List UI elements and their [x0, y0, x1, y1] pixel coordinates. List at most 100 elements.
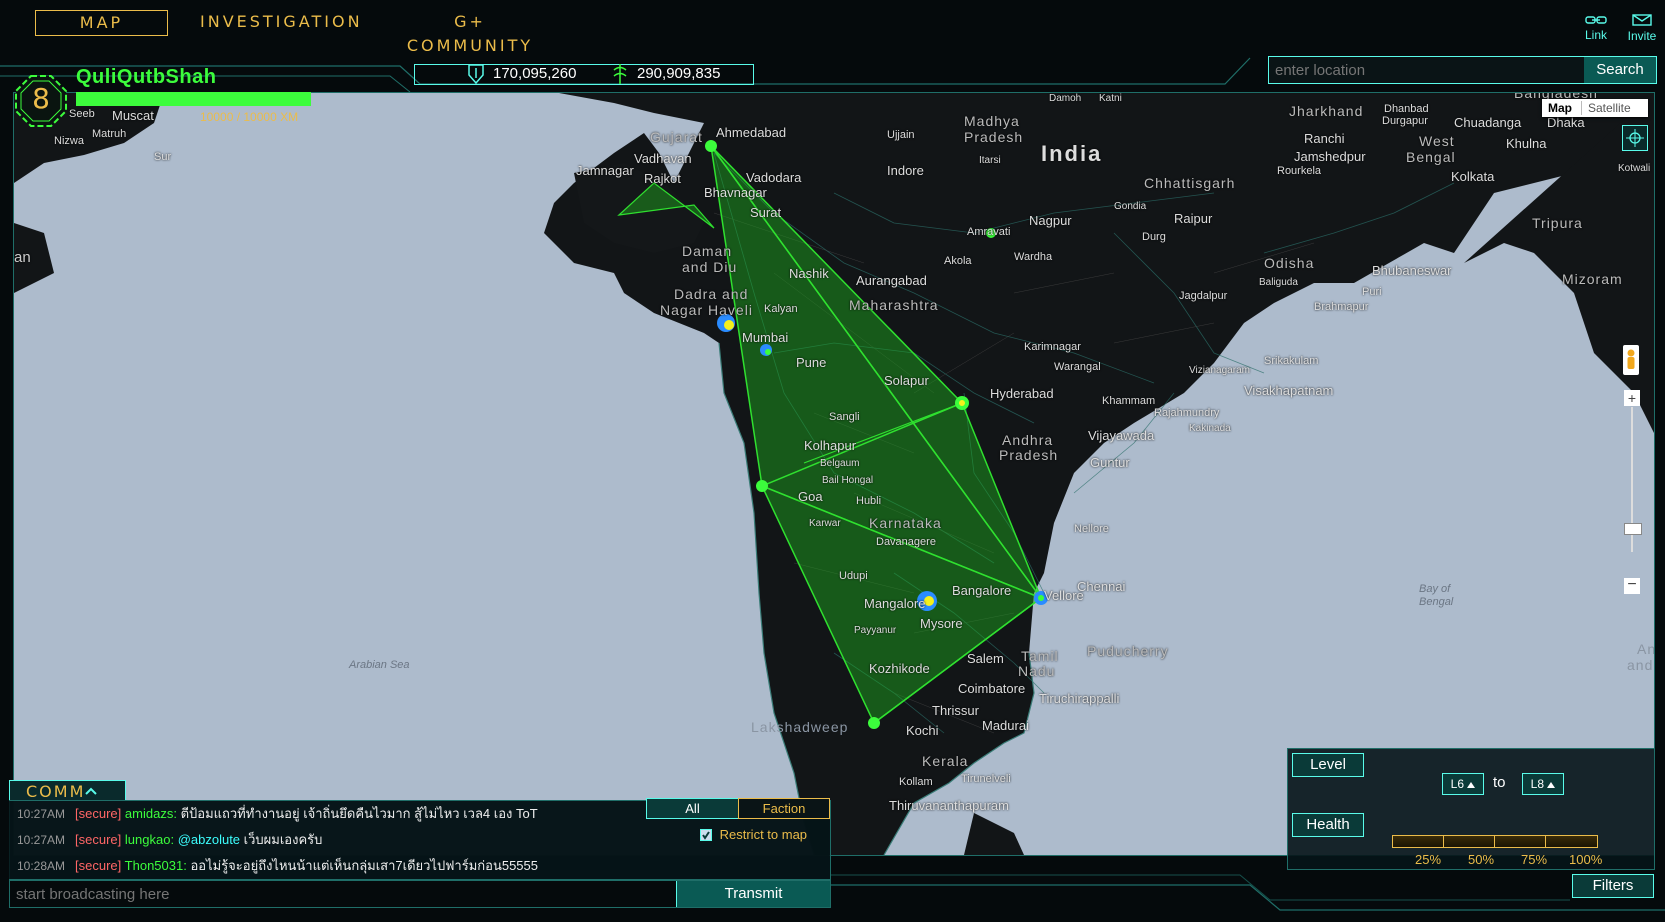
- label-katni: Katni: [1099, 93, 1122, 104]
- crosshair-icon: [1626, 129, 1644, 147]
- comm-tab[interactable]: COMM: [9, 780, 126, 801]
- pegman-icon: [1627, 349, 1635, 369]
- label-nagpur: Nagpur: [1029, 213, 1072, 228]
- chevron-up-icon: [85, 787, 97, 795]
- label-pune: Pune: [796, 355, 827, 370]
- zoom-slider-handle[interactable]: [1624, 523, 1642, 535]
- label-gujarat: Gujarat: [650, 129, 703, 145]
- label-nellore: Nellore: [1074, 523, 1109, 535]
- enlightened-icon: [468, 64, 484, 85]
- label-itarsi: Itarsi: [979, 155, 1001, 166]
- message-time: 10:27AM: [17, 807, 66, 821]
- label-kochi: Kochi: [906, 723, 939, 738]
- message-text: ออไม่รู้จะอยู่ถึงไหนน้าแต่เห็นกลุ่มเสา7เ…: [190, 858, 538, 873]
- label-mysore: Mysore: [920, 616, 963, 631]
- label-kerala: Kerala: [922, 753, 969, 769]
- label-kolkata: Kolkata: [1451, 169, 1495, 184]
- label-pradesh-andhra: Pradesh: [999, 447, 1059, 463]
- label-ahmedabad: Ahmedabad: [716, 125, 787, 140]
- comm-filter-all[interactable]: All: [646, 798, 739, 819]
- pegman-button[interactable]: [1623, 345, 1639, 375]
- label-mangalore: Mangalore: [864, 596, 926, 611]
- label-kotwali: Kotwali: [1618, 163, 1651, 174]
- label-hyderabad: Hyderabad: [990, 386, 1054, 401]
- broadcast-input[interactable]: [10, 881, 675, 907]
- comm-message[interactable]: 10:28AM [secure] Thon5031: ออไม่รู้จะอยู่…: [9, 853, 829, 879]
- label-udupi: Udupi: [839, 570, 868, 582]
- message-time: 10:27AM: [17, 833, 66, 847]
- map-canvas[interactable]: Muscat Seeb Matruh Nizwa Sur an Gujarat …: [13, 92, 1655, 856]
- label-bay-of: Bay of: [1419, 583, 1451, 595]
- label-madurai: Madurai: [982, 718, 1029, 733]
- label-madhya: Madhya: [964, 113, 1020, 129]
- label-tripura: Tripura: [1532, 215, 1583, 231]
- filters-button[interactable]: Filters: [1572, 874, 1654, 898]
- label-muscat: Muscat: [112, 108, 154, 123]
- label-nashik: Nashik: [789, 266, 829, 281]
- search-input[interactable]: [1269, 57, 1579, 83]
- map-type-satellite[interactable]: Satellite: [1588, 101, 1631, 115]
- label-brahmapur: Brahmapur: [1314, 301, 1369, 313]
- level-to-label: to: [1493, 774, 1506, 791]
- label-mumbai: Mumbai: [742, 330, 789, 345]
- restrict-to-map-toggle[interactable]: Restrict to map: [700, 826, 807, 842]
- label-sur: Sur: [154, 151, 172, 163]
- resistance-icon: [613, 64, 627, 84]
- label-gondia: Gondia: [1114, 201, 1147, 212]
- label-tiruchirappalli: Tiruchirappalli: [1039, 691, 1120, 706]
- player-level: 8: [32, 82, 50, 115]
- label-bail-hongal: Bail Hongal: [822, 475, 874, 486]
- label-matruh: Matruh: [92, 128, 127, 140]
- level-to-select[interactable]: L8: [1522, 773, 1564, 795]
- label-coimbatore: Coimbatore: [958, 681, 1026, 696]
- label-sangli: Sangli: [829, 411, 860, 423]
- message-mention[interactable]: @abzolute: [178, 832, 240, 847]
- transmit-button[interactable]: Transmit: [676, 881, 830, 907]
- label-durg: Durg: [1142, 231, 1166, 243]
- message-text: เว็บผมเองครับ: [243, 832, 323, 847]
- health-slider[interactable]: [1392, 835, 1598, 848]
- label-guntur: Guntur: [1090, 455, 1130, 470]
- locate-button[interactable]: [1622, 125, 1648, 151]
- caret-up-icon: [1547, 782, 1556, 788]
- label-vizianagaram: Vizianagaram: [1189, 365, 1250, 376]
- label-amravati: Amravati: [967, 226, 1011, 238]
- label-payyanur: Payyanur: [854, 625, 897, 636]
- level-from-select[interactable]: L6: [1442, 773, 1484, 795]
- label-srikakulam: Srikakulam: [1264, 355, 1319, 367]
- label-goa: Goa: [798, 489, 823, 504]
- health-tick: 100%: [1569, 852, 1603, 867]
- label-dadra: Dadra and: [674, 286, 749, 302]
- label-kakinada: Kakinada: [1189, 423, 1231, 434]
- label-davanagere: Davanagere: [876, 536, 936, 548]
- label-nizwa: Nizwa: [54, 135, 84, 147]
- label-maharashtra: Maharashtra: [849, 297, 939, 313]
- label-bhubaneswar: Bhubaneswar: [1372, 263, 1452, 278]
- zoom-out-button[interactable]: −: [1624, 577, 1640, 594]
- label-warangal: Warangal: [1054, 361, 1101, 373]
- broadcast-bar: Transmit: [9, 880, 831, 908]
- map-type-map[interactable]: Map: [1548, 101, 1572, 115]
- message-nick[interactable]: lungkao:: [125, 832, 174, 847]
- message-tag: [secure]: [75, 858, 122, 873]
- label-jharkhand: Jharkhand: [1289, 103, 1364, 119]
- label-arabian-sea: Arabian Sea: [349, 659, 410, 671]
- comm-filter-faction[interactable]: Faction: [738, 798, 830, 819]
- label-kollam: Kollam: [899, 776, 933, 788]
- label-kozhikode: Kozhikode: [869, 661, 930, 676]
- label-baliguda: Baliguda: [1259, 277, 1298, 288]
- label-karnataka: Karnataka: [869, 515, 942, 531]
- label-andhra: Andhra: [1002, 432, 1054, 448]
- label-daman: Daman: [682, 243, 733, 259]
- player-name[interactable]: QuliQutbShah: [76, 66, 216, 89]
- message-nick[interactable]: Thon5031:: [125, 858, 187, 873]
- message-tag: [secure]: [75, 806, 122, 821]
- restrict-label: Restrict to map: [719, 827, 808, 843]
- zoom-in-button[interactable]: +: [1624, 390, 1640, 406]
- search-button[interactable]: Search: [1584, 57, 1656, 83]
- restrict-checkbox[interactable]: [700, 828, 712, 841]
- label-jamshedpur: Jamshedpur: [1294, 149, 1366, 164]
- label-lakshadweep: Lakshadweep: [751, 719, 849, 735]
- message-nick[interactable]: amidazs:: [125, 806, 177, 821]
- health-tick: 50%: [1468, 852, 1495, 867]
